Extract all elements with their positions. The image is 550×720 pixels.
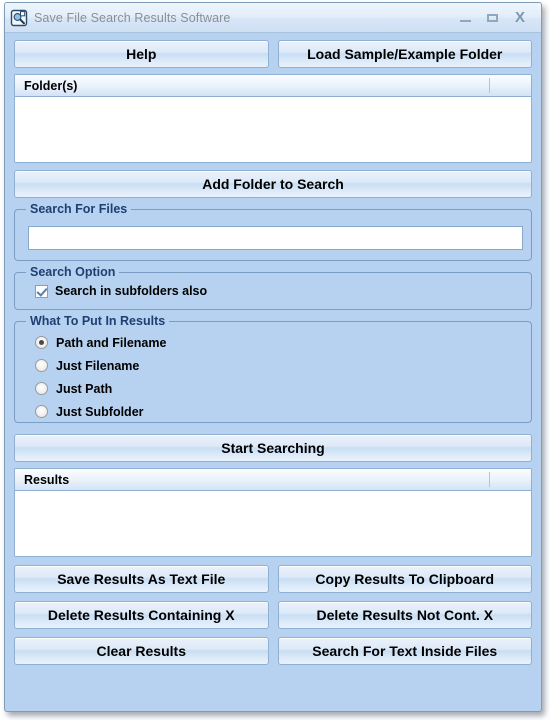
window-content: Help Load Sample/Example Folder Folder(s… bbox=[5, 40, 541, 711]
bottom-button-grid: Save Results As Text File Copy Results T… bbox=[14, 565, 532, 665]
column-divider[interactable] bbox=[489, 472, 490, 487]
what-to-put-label: What To Put In Results bbox=[26, 314, 170, 328]
radio-row-just-filename[interactable]: Just Filename bbox=[35, 354, 523, 377]
close-icon[interactable]: X bbox=[513, 10, 527, 25]
radio-label-just-path: Just Path bbox=[56, 381, 113, 396]
search-subfolders-label: Search in subfolders also bbox=[55, 284, 208, 298]
help-button[interactable]: Help bbox=[14, 40, 269, 68]
search-for-files-group: Search For Files bbox=[14, 202, 532, 261]
results-list-body[interactable] bbox=[15, 491, 531, 556]
clear-results-button[interactable]: Clear Results bbox=[14, 637, 269, 665]
column-divider[interactable] bbox=[489, 78, 490, 93]
delete-results-not-containing-x-button[interactable]: Delete Results Not Cont. X bbox=[277, 601, 532, 629]
start-searching-button[interactable]: Start Searching bbox=[14, 434, 532, 462]
radio-row-path-and-filename[interactable]: Path and Filename bbox=[35, 331, 523, 354]
radio-just-subfolder[interactable] bbox=[35, 405, 48, 418]
search-files-input[interactable] bbox=[28, 226, 523, 250]
radio-path-and-filename[interactable] bbox=[35, 336, 48, 349]
results-type-radio-group: Path and Filename Just Filename Just Pat… bbox=[35, 331, 523, 423]
radio-just-filename[interactable] bbox=[35, 359, 48, 372]
results-list-header: Results bbox=[15, 469, 531, 491]
search-for-files-label: Search For Files bbox=[26, 202, 132, 216]
search-option-group: Search Option Search in subfolders also bbox=[14, 265, 532, 310]
window-controls: X bbox=[459, 10, 527, 25]
bottom-button-row-2: Delete Results Containing X Delete Resul… bbox=[14, 601, 532, 629]
results-listbox[interactable]: Results bbox=[14, 468, 532, 557]
title-bar: Save File Search Results Software X bbox=[5, 3, 541, 33]
application-window: Save File Search Results Software X Help… bbox=[4, 2, 542, 712]
folders-column-header: Folder(s) bbox=[24, 78, 78, 93]
minimize-icon[interactable] bbox=[459, 11, 473, 25]
radio-just-path[interactable] bbox=[35, 382, 48, 395]
delete-results-containing-x-button[interactable]: Delete Results Containing X bbox=[14, 601, 269, 629]
folders-list-header: Folder(s) bbox=[15, 75, 531, 97]
start-search-row: Start Searching bbox=[14, 434, 532, 462]
app-icon bbox=[10, 9, 28, 26]
bottom-button-row-1: Save Results As Text File Copy Results T… bbox=[14, 565, 532, 593]
folders-listbox[interactable]: Folder(s) bbox=[14, 74, 532, 163]
radio-row-just-path[interactable]: Just Path bbox=[35, 377, 523, 400]
search-for-text-inside-files-button[interactable]: Search For Text Inside Files bbox=[277, 637, 532, 665]
window-title: Save File Search Results Software bbox=[34, 10, 231, 25]
maximize-icon[interactable] bbox=[486, 11, 500, 25]
radio-row-just-subfolder[interactable]: Just Subfolder bbox=[35, 400, 523, 423]
search-subfolders-checkbox[interactable] bbox=[35, 284, 48, 298]
results-column-header: Results bbox=[24, 472, 70, 487]
save-results-as-text-file-button[interactable]: Save Results As Text File bbox=[14, 565, 269, 593]
top-button-row: Help Load Sample/Example Folder bbox=[14, 40, 532, 68]
radio-label-just-filename: Just Filename bbox=[56, 358, 140, 373]
folders-list-body[interactable] bbox=[15, 97, 531, 162]
bottom-button-row-3: Clear Results Search For Text Inside Fil… bbox=[14, 637, 532, 665]
add-folder-row: Add Folder to Search bbox=[14, 170, 532, 198]
what-to-put-in-results-group: What To Put In Results Path and Filename… bbox=[14, 314, 532, 423]
radio-label-just-subfolder: Just Subfolder bbox=[56, 404, 144, 419]
radio-label-path-and-filename: Path and Filename bbox=[56, 335, 167, 350]
copy-results-to-clipboard-button[interactable]: Copy Results To Clipboard bbox=[277, 565, 532, 593]
search-option-label: Search Option bbox=[26, 265, 120, 279]
load-sample-folder-button[interactable]: Load Sample/Example Folder bbox=[277, 40, 532, 68]
search-subfolders-row[interactable]: Search in subfolders also bbox=[35, 284, 207, 298]
add-folder-to-search-button[interactable]: Add Folder to Search bbox=[14, 170, 532, 198]
